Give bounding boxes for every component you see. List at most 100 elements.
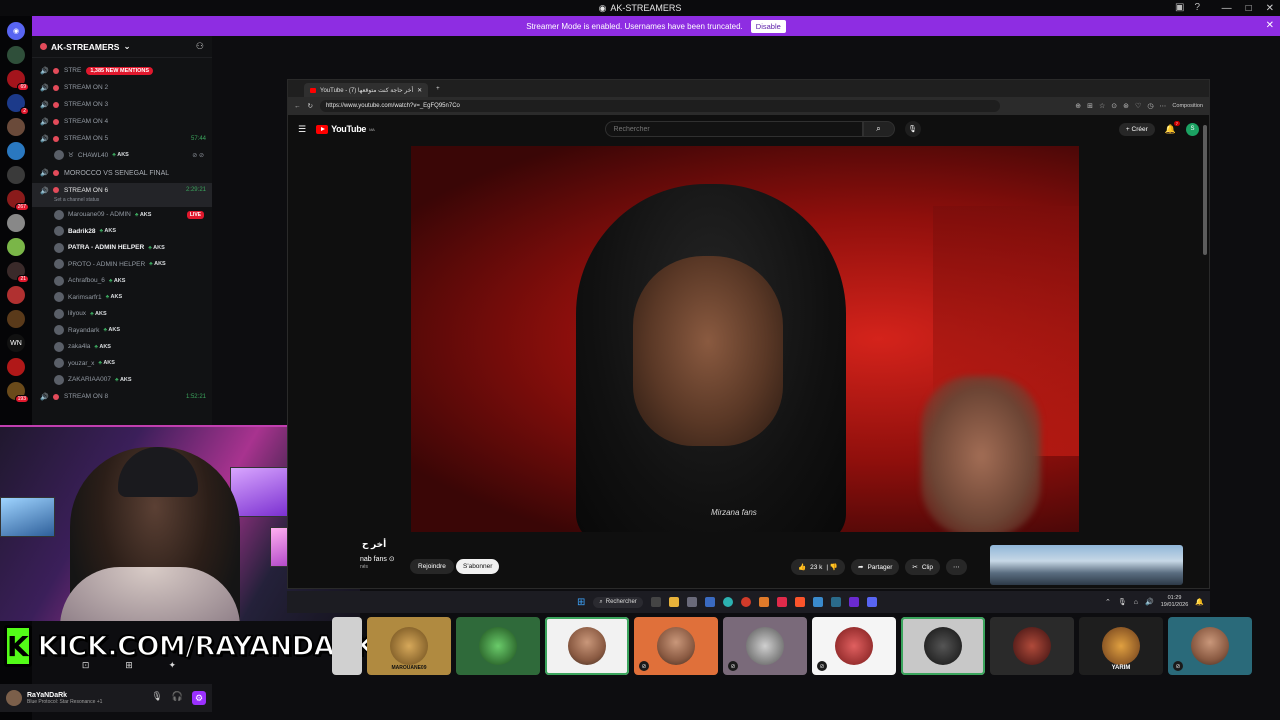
discord-taskbar-icon[interactable] — [866, 597, 877, 607]
voice-user[interactable]: PATRA - ADMIN HELPERAKS — [32, 240, 212, 257]
composition-button[interactable]: Composition — [1172, 103, 1203, 109]
user-info[interactable]: RaYaNDaRk Blue Protocol: Star Resonance … — [27, 692, 102, 705]
disable-streamer-mode-button[interactable]: Disable — [750, 19, 786, 33]
voice-user[interactable]: Karimsarfr1 AKS — [32, 289, 212, 306]
taskview-icon[interactable] — [650, 597, 661, 607]
back-icon[interactable]: ← — [294, 103, 301, 110]
add-member-icon[interactable]: ⚇ — [196, 41, 204, 52]
voice-user[interactable]: PROTO - ADMIN HELPERAKS — [32, 256, 212, 273]
search-button[interactable]: ⌕ — [862, 121, 895, 137]
app-icon[interactable] — [848, 597, 859, 607]
app-icon[interactable] — [830, 597, 841, 607]
server-icon[interactable]: 21 — [7, 262, 29, 283]
menu-icon[interactable]: ☰ — [298, 124, 306, 135]
notifications-bell-icon[interactable]: 🔔 7 — [1165, 120, 1180, 135]
participant-tile[interactable] — [990, 617, 1074, 675]
participant-tile[interactable] — [901, 617, 985, 675]
server-icon[interactable] — [7, 358, 25, 376]
network-icon[interactable]: ⌂ — [1134, 599, 1138, 606]
help-icon[interactable]: ? — [1194, 2, 1200, 13]
recommended-video-thumbnail[interactable] — [990, 545, 1183, 585]
home-server-icon[interactable]: ◉ — [7, 22, 25, 40]
participant-tile[interactable]: ⊘ — [1168, 617, 1252, 675]
server-header[interactable]: AK-STREAMERS ⌄ ⚇ — [32, 36, 212, 58]
server-icon[interactable]: WN — [7, 334, 25, 352]
voice-user[interactable]: ♉ CHAWL40 AKS ⊘ ⊘ — [32, 147, 212, 164]
tray-chevron-icon[interactable]: ⌃ — [1105, 598, 1111, 606]
voice-channel-4[interactable]: 🔊 STREAM ON 4 — [32, 113, 212, 130]
category-morocco-senegal[interactable]: 🔊 MOROCCO VS SENEGAL FINAL — [32, 164, 212, 183]
participant-tile[interactable] — [545, 617, 629, 675]
server-icon[interactable] — [7, 46, 25, 64]
voice-channel-1[interactable]: 🔊 STRE 1,385 NEW MENTIONS — [32, 62, 212, 79]
thumbs-down-icon[interactable]: | 👎 — [826, 563, 838, 571]
like-button[interactable]: 👍 23 k | 👎 — [791, 559, 845, 575]
close-window-button[interactable]: ✕ — [1266, 3, 1274, 14]
brave-icon[interactable] — [794, 597, 805, 607]
voice-user[interactable]: Badrik28AKS — [32, 223, 212, 240]
participant-tile[interactable]: ⊘ — [812, 617, 896, 675]
server-icon[interactable] — [7, 310, 25, 328]
close-tab-icon[interactable]: ✕ — [417, 87, 422, 94]
server-icon[interactable]: 193 — [7, 382, 29, 403]
activity-icon[interactable]: ✦ — [169, 660, 177, 674]
new-mentions-badge[interactable]: 1,385 NEW MENTIONS — [86, 66, 154, 75]
create-button[interactable]: + Créer — [1118, 122, 1155, 136]
server-icon[interactable] — [7, 286, 25, 304]
taskbar-search[interactable]: ⌕ Rechercher — [593, 596, 643, 608]
server-icon[interactable] — [7, 118, 25, 136]
volume-icon[interactable]: 🔊 — [1145, 598, 1154, 606]
voice-user[interactable]: Achrafbou_6 AKS — [32, 273, 212, 290]
voice-user[interactable]: RayandarkAKS — [32, 322, 212, 339]
participant-tile[interactable] — [456, 617, 540, 675]
voice-channel-8[interactable]: 🔊 STREAM ON 8 1:52:21 — [32, 388, 212, 405]
more-actions-button[interactable]: ⋯ — [946, 559, 967, 575]
camera-icon[interactable]: ⊡ — [82, 660, 90, 674]
youtube-logo[interactable]: YouTube MA — [316, 124, 375, 134]
participant-tile[interactable]: ⊘ — [723, 617, 807, 675]
share-button[interactable]: ➦ Partager — [850, 559, 900, 575]
browser-tab-youtube[interactable]: YouTube - أخر حاجة كنت متوقعها (7) ✕ — [304, 83, 429, 97]
address-bar[interactable]: https://www.youtube.com/watch?v=_EgFQ95n… — [319, 100, 1000, 112]
more-icon[interactable]: ⋯ — [1159, 102, 1166, 110]
participant-tile[interactable] — [332, 617, 362, 675]
server-icon[interactable] — [7, 166, 25, 184]
extension-icon[interactable]: ♡ — [1135, 102, 1141, 110]
youtube-search-input[interactable] — [604, 121, 863, 137]
voice-channel-2[interactable]: 🔊 STREAM ON 2 — [32, 79, 212, 96]
minimize-button[interactable]: — — [1222, 3, 1232, 14]
extension-icon[interactable]: ⊙ — [1111, 102, 1117, 110]
star-icon[interactable]: ☆ — [1099, 102, 1105, 110]
close-banner-icon[interactable]: ✕ — [1266, 20, 1274, 31]
new-tab-icon[interactable]: + — [436, 86, 440, 92]
file-explorer-icon[interactable] — [668, 597, 679, 607]
voice-user[interactable]: zaka4laAKS — [32, 339, 212, 356]
clip-button[interactable]: ✂ Clip — [905, 559, 941, 575]
reload-icon[interactable]: ↻ — [308, 102, 313, 110]
history-icon[interactable]: ◷ — [1147, 102, 1153, 110]
server-icon[interactable] — [7, 238, 25, 256]
share-screen-icon[interactable]: ⊞ — [125, 660, 133, 674]
join-button[interactable]: Rejoindre — [410, 559, 454, 574]
voice-channel-5[interactable]: 🔊 STREAM ON 5 57:44 — [32, 130, 212, 147]
microphone-icon[interactable]: 🎙 — [151, 691, 162, 705]
voice-channel-3[interactable]: 🔊 STREAM ON 3 — [32, 96, 212, 113]
set-channel-status[interactable]: Set a channel status — [54, 197, 99, 203]
app-icon[interactable] — [704, 597, 715, 607]
extension-icon[interactable]: ⊛ — [1123, 102, 1129, 110]
app-icon[interactable] — [686, 597, 697, 607]
server-icon[interactable] — [7, 214, 25, 232]
server-icon[interactable]: 267 — [7, 190, 29, 211]
voice-user[interactable]: youzar_xAKS — [32, 355, 212, 372]
account-avatar[interactable]: S — [1186, 122, 1199, 136]
edge-icon[interactable] — [722, 597, 733, 607]
scrollbar[interactable] — [1203, 125, 1207, 255]
server-icon[interactable]: 69 — [7, 70, 29, 91]
app-icon[interactable] — [812, 597, 823, 607]
participant-tile[interactable]: YARIM — [1079, 617, 1163, 675]
voice-search-button[interactable]: 🎙 — [904, 121, 921, 137]
maximize-button[interactable]: □ — [1246, 3, 1252, 14]
participant-tile[interactable]: MAROUANE09 — [367, 617, 451, 675]
voice-user[interactable]: lilyouxAKS — [32, 306, 212, 323]
inbox-icon[interactable]: ▣ — [1175, 2, 1184, 13]
